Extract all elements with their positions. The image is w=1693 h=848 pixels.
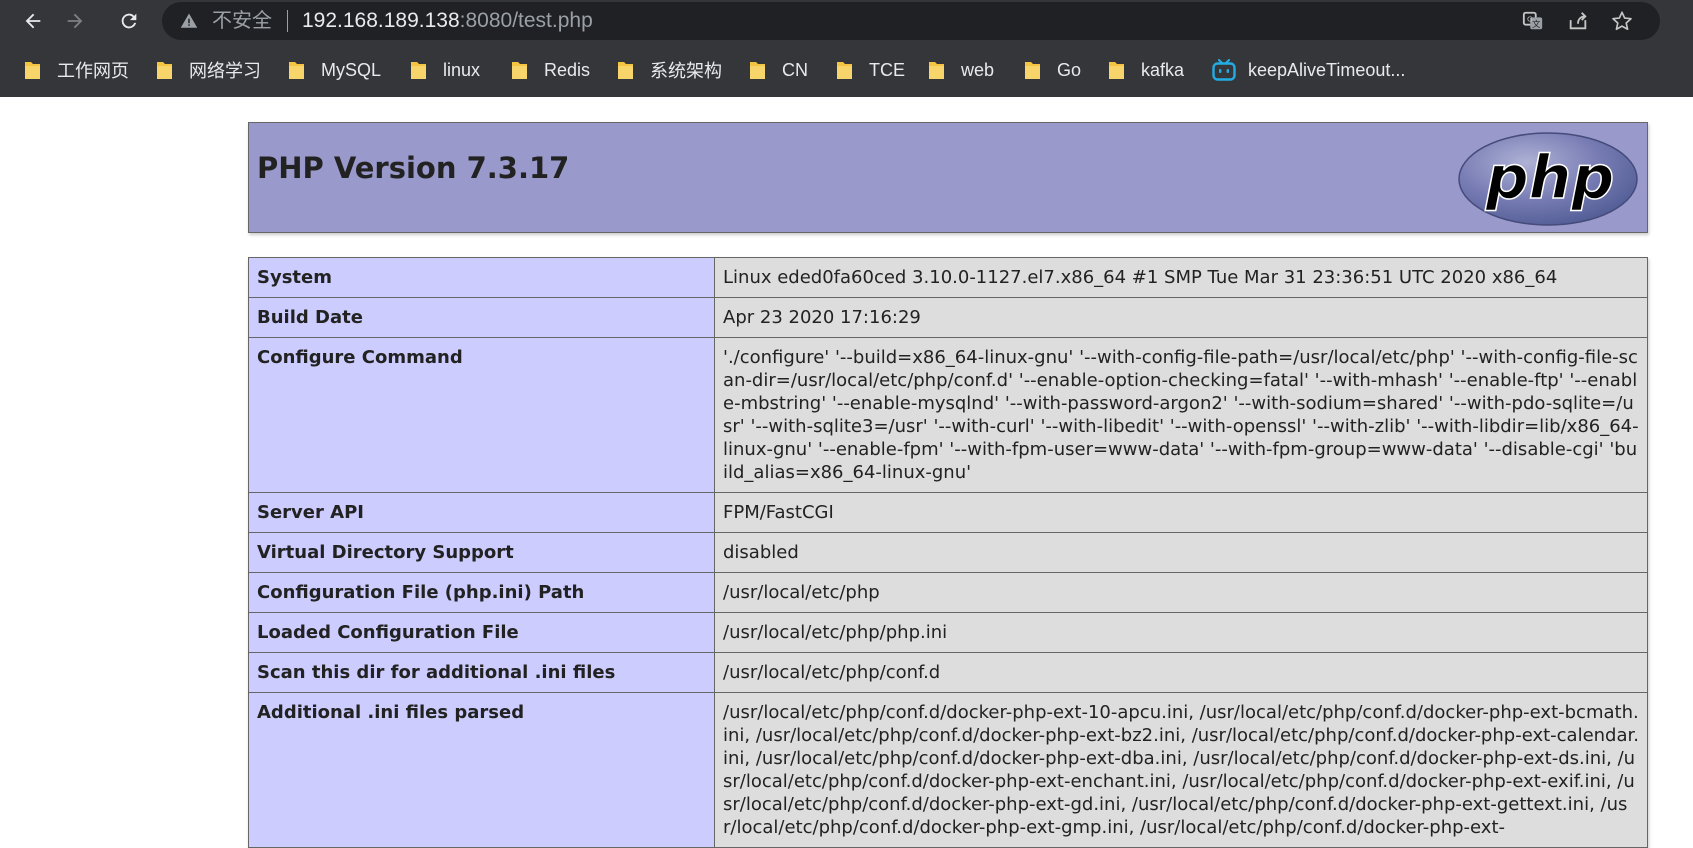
- bookmark-folder-1[interactable]: 网络学习: [156, 56, 261, 84]
- bookmark-folder-3[interactable]: linux: [410, 56, 480, 84]
- row-value: /usr/local/etc/php/php.ini: [714, 612, 1648, 653]
- reload-icon: [121, 13, 137, 29]
- folder-icon: [411, 62, 426, 79]
- bookmark-label: 系统架构: [650, 61, 722, 81]
- row-value: disabled: [714, 532, 1648, 573]
- php-version-header: PHP Version 7.3.17 php: [248, 122, 1648, 233]
- omnibox-divider: [287, 10, 288, 32]
- bookmark-folder-9[interactable]: Go: [1024, 56, 1081, 84]
- table-row: Server API FPM/FastCGI: [248, 492, 1648, 533]
- arrow-right-icon: [67, 13, 83, 29]
- folder-icon: [618, 62, 633, 79]
- reload-button[interactable]: [114, 6, 144, 36]
- bookmark-folder-5[interactable]: 系统架构: [617, 56, 722, 84]
- folder-icon: [289, 62, 304, 79]
- bookmark-folder-10[interactable]: kafka: [1108, 56, 1184, 84]
- table-row: Configure Command './configure' '--build…: [248, 337, 1648, 493]
- row-key: Additional .ini files parsed: [248, 692, 715, 848]
- bookmark-label: kafka: [1141, 59, 1185, 80]
- bookmark-label: CN: [782, 59, 808, 80]
- browser-chrome: 不安全 192.168.189.138:8080/test.php 文G 工作网…: [0, 0, 1693, 97]
- star-bookmark-icon[interactable]: [1611, 10, 1633, 32]
- table-row: Build Date Apr 23 2020 17:16:29: [248, 297, 1648, 338]
- folder-icon: [25, 62, 40, 79]
- svg-text:G: G: [1527, 14, 1533, 23]
- share-icon[interactable]: [1567, 10, 1589, 32]
- bookmark-folder-6[interactable]: CN: [749, 56, 808, 84]
- row-key: Build Date: [248, 297, 715, 338]
- row-key: System: [248, 257, 715, 298]
- row-key: Scan this dir for additional .ini files: [248, 652, 715, 693]
- phpinfo-table: System Linux eded0fa60ced 3.10.0-1127.el…: [248, 257, 1648, 848]
- row-value: FPM/FastCGI: [714, 492, 1648, 533]
- bookmark-label: Redis: [544, 59, 591, 80]
- url-path: :8080/test.php: [459, 9, 593, 32]
- row-value: /usr/local/etc/php: [714, 572, 1648, 613]
- folder-icon: [1025, 62, 1040, 79]
- page-title: PHP Version 7.3.17: [257, 151, 570, 185]
- php-logo-text: php: [1485, 143, 1615, 213]
- back-button[interactable]: [18, 6, 48, 36]
- bookmark-label: 工作网页: [57, 61, 129, 81]
- bookmark-folder-4[interactable]: Redis: [511, 56, 590, 84]
- bookmark-folder-8[interactable]: web: [928, 56, 994, 84]
- row-value: /usr/local/etc/php/conf.d: [714, 652, 1648, 693]
- url-text[interactable]: 192.168.189.138:8080/test.php: [302, 9, 593, 33]
- forward-button[interactable]: [60, 6, 90, 36]
- table-row: Additional .ini files parsed /usr/local/…: [248, 692, 1648, 848]
- bookmark-label: keepAliveTimeout...: [1248, 59, 1406, 80]
- folder-icon: [837, 62, 852, 79]
- folder-icon: [750, 62, 765, 79]
- bookmark-label: web: [961, 59, 995, 80]
- bookmark-folder-7[interactable]: TCE: [836, 56, 905, 84]
- table-row: Loaded Configuration File /usr/local/etc…: [248, 612, 1648, 653]
- folder-icon: [929, 62, 944, 79]
- url-host: 192.168.189.138: [302, 9, 460, 32]
- svg-text:文: 文: [1532, 19, 1540, 29]
- bookmarks-bar: 工作网页 网络学习 MySQL linux Redis 系统架构 CN TCE: [0, 52, 1693, 88]
- bookmark-label: TCE: [869, 59, 905, 80]
- bookmark-label: 网络学习: [189, 61, 261, 81]
- php-logo[interactable]: php: [1457, 131, 1639, 227]
- bookmark-link-11[interactable]: keepAliveTimeout...: [1212, 56, 1405, 84]
- row-key: Server API: [248, 492, 715, 533]
- not-secure-label[interactable]: 不安全: [212, 10, 272, 32]
- arrow-left-icon: [25, 13, 41, 29]
- row-key: Virtual Directory Support: [248, 532, 715, 573]
- row-key: Loaded Configuration File: [248, 612, 715, 653]
- address-bar[interactable]: 不安全 192.168.189.138:8080/test.php 文G: [162, 2, 1660, 40]
- bookmark-label: Go: [1057, 59, 1082, 80]
- table-row: Virtual Directory Support disabled: [248, 532, 1648, 573]
- bookmark-label: linux: [443, 59, 481, 80]
- folder-icon: [1109, 62, 1124, 79]
- browser-toolbar: 不安全 192.168.189.138:8080/test.php 文G: [0, 0, 1693, 42]
- translate-icon[interactable]: 文G: [1522, 10, 1544, 32]
- row-value: './configure' '--build=x86_64-linux-gnu'…: [714, 337, 1648, 493]
- table-row: Scan this dir for additional .ini files …: [248, 652, 1648, 693]
- row-value: /usr/local/etc/php/conf.d/docker-php-ext…: [714, 692, 1648, 848]
- folder-icon: [157, 62, 172, 79]
- row-value: Apr 23 2020 17:16:29: [714, 297, 1648, 338]
- row-key: Configure Command: [248, 337, 715, 493]
- phpinfo-page: PHP Version 7.3.17 php System Linux eded…: [248, 122, 1648, 848]
- bilibili-tv-icon: [1212, 59, 1236, 81]
- table-row: System Linux eded0fa60ced 3.10.0-1127.el…: [248, 257, 1648, 298]
- row-key: Configuration File (php.ini) Path: [248, 572, 715, 613]
- folder-icon: [512, 62, 527, 79]
- bookmark-label: MySQL: [321, 59, 382, 80]
- bookmark-folder-2[interactable]: MySQL: [288, 56, 381, 84]
- row-value: Linux eded0fa60ced 3.10.0-1127.el7.x86_6…: [714, 257, 1648, 298]
- warning-triangle-icon: [180, 13, 198, 28]
- table-row: Configuration File (php.ini) Path /usr/l…: [248, 572, 1648, 613]
- bookmark-folder-0[interactable]: 工作网页: [24, 56, 129, 84]
